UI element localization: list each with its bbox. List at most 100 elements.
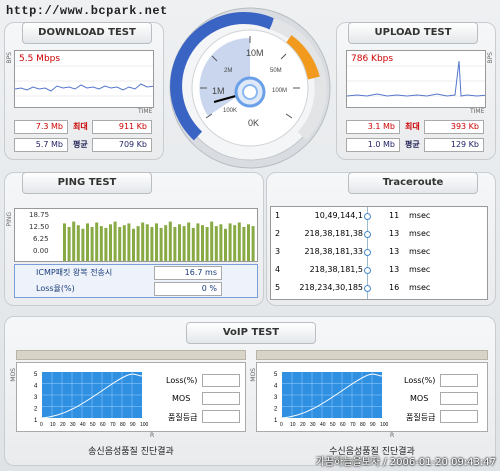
icmp-value: 16.7 ms <box>154 266 222 280</box>
voip-xtick: 20 <box>300 422 306 428</box>
voip-right-chart: 5 4 3 2 10 10 20 30 40 50 60 70 80 90 100 <box>274 372 388 428</box>
ping-bar <box>113 221 117 261</box>
upload-avg-value: 129 Kb <box>424 138 484 152</box>
voip-title: VoIP TEST <box>186 322 316 344</box>
ping-bar <box>136 226 140 261</box>
voip-ytick: 3 <box>274 395 278 401</box>
trace-hop-unit: msec <box>409 283 431 292</box>
voip-left-header <box>16 350 246 360</box>
voip-left-loss-label: Loss(%) <box>166 376 198 385</box>
voip-xtick: 90 <box>370 422 376 428</box>
voip-ytick: 1 <box>34 418 38 424</box>
download-axis-time: TIME <box>138 108 153 115</box>
trace-hop-ms: 11 <box>389 211 400 220</box>
trace-hop-ms: 13 <box>389 247 400 256</box>
traceroute-title: Traceroute <box>348 172 478 194</box>
voip-xtick: 0 <box>40 422 43 428</box>
ping-bar <box>228 223 232 261</box>
ping-title: PING TEST <box>22 172 152 194</box>
voip-right-grade-label: 품질등급 <box>406 413 436 422</box>
voip-right-loss-label: Loss(%) <box>404 376 436 385</box>
voip-xtick: 40 <box>320 422 326 428</box>
upload-graph: 786 Kbps <box>346 50 486 108</box>
trace-hop-ip: 218,38,181,33 <box>304 247 363 256</box>
gauge-tick-1m: 1M <box>212 86 225 96</box>
voip-right-axis-mos: MOS <box>250 368 257 382</box>
voip-xtick: 40 <box>80 422 86 428</box>
upload-axis-bps: BPS <box>487 52 494 64</box>
voip-xtick: 50 <box>90 422 96 428</box>
trace-hop-unit: msec <box>409 211 431 220</box>
ping-bar <box>182 226 186 261</box>
voip-right-mos-field <box>440 392 478 405</box>
ping-bar <box>210 221 214 261</box>
trace-hop-ip: 218,38,181,5 <box>309 265 363 274</box>
voip-left-mos-field <box>202 392 240 405</box>
voip-ytick: 2 <box>274 407 278 413</box>
voip-left-grade-label: 품질등급 <box>168 413 198 422</box>
ping-bar <box>104 227 108 261</box>
download-max-label: 최대 <box>73 122 88 131</box>
trace-hop-unit: msec <box>409 265 431 274</box>
voip-xtick: 30 <box>70 422 76 428</box>
icmp-label: ICMP패킷 왕복 전송시 <box>36 268 113 277</box>
ping-bar <box>247 224 250 261</box>
trace-hop-ip: 10,49,144,1 <box>314 211 363 220</box>
upload-avg-label: 평균 <box>405 140 420 149</box>
gauge-tick-100k: 100K <box>223 108 237 114</box>
upload-title: UPLOAD TEST <box>348 22 478 44</box>
ping-bar <box>67 227 71 261</box>
voip-right-axis-r: R <box>390 432 395 439</box>
speed-gauge: 0K 100K 1M 2M 10M 50M 100M <box>168 6 332 170</box>
voip-ytick: 2 <box>34 407 38 413</box>
voip-xtick: 50 <box>330 422 336 428</box>
trace-hop-ip: 218,234,30,185 <box>299 283 363 292</box>
gauge-tick-2m: 2M <box>224 68 232 74</box>
download-avg-value: 709 Kb <box>92 138 152 152</box>
voip-left-axis-r: R <box>150 432 155 439</box>
ping-bar <box>214 226 218 261</box>
voip-left-mos-label: MOS <box>172 394 191 403</box>
download-avg-label: 평균 <box>73 140 88 149</box>
voip-left-axis-mos: MOS <box>10 368 17 382</box>
download-graph: 5.5 Mbps <box>14 50 154 108</box>
voip-xtick: 0 <box>280 422 283 428</box>
voip-xtick: 10 <box>290 422 296 428</box>
ping-bar <box>127 223 131 261</box>
trace-hop-ms: 13 <box>389 265 400 274</box>
trace-hop-number: 1 <box>275 211 281 220</box>
voip-right-loss-field <box>440 374 478 387</box>
voip-xtick: 10 <box>50 422 56 428</box>
voip-left-grade-field <box>202 410 240 423</box>
watermark-url: http://www.bcpark.net <box>6 4 168 18</box>
ping-bar <box>168 221 172 261</box>
trace-hop-dot <box>364 213 371 220</box>
traceroute-list: 1 10,49,144,1 11 msec 2 218,38,181,38 13 msec 3 2… <box>270 206 488 300</box>
voip-ytick: 5 <box>34 372 38 378</box>
ping-bar <box>219 224 223 261</box>
footer-signature: 가끔하늘을보자 / 2006-01-20 09:43:47 <box>315 457 496 468</box>
ping-bar <box>242 227 246 261</box>
voip-left-chart: 5 4 3 2 10 10 20 30 40 50 60 70 80 90 100 <box>34 372 148 428</box>
ping-bar <box>187 222 191 261</box>
ping-bar <box>150 227 154 261</box>
trace-hop-dot <box>364 285 371 292</box>
upload-max-value: 393 Kb <box>424 120 484 134</box>
voip-xtick: 20 <box>60 422 66 428</box>
voip-ytick: 4 <box>34 384 38 390</box>
voip-ytick: 4 <box>274 384 278 390</box>
speed-gauge-svg: 0K 100K 1M 2M 10M 50M 100M <box>169 7 331 169</box>
trace-hop-ip: 218,38,181,38 <box>304 229 363 238</box>
trace-hop-dot <box>364 267 371 274</box>
ping-bar <box>95 222 99 261</box>
voip-xtick: 70 <box>350 422 356 428</box>
voip-xtick: 60 <box>340 422 346 428</box>
voip-ytick: 1 <box>274 418 278 424</box>
ping-bar <box>81 228 85 261</box>
ping-graph: 18.75 12.50 6.25 0.00 <box>14 208 258 262</box>
trace-hop-unit: msec <box>409 229 431 238</box>
download-max-value: 911 Kb <box>92 120 152 134</box>
ping-bar <box>196 223 200 261</box>
upload-speed: 786 Kbps <box>351 54 394 64</box>
ping-bar <box>224 228 227 261</box>
